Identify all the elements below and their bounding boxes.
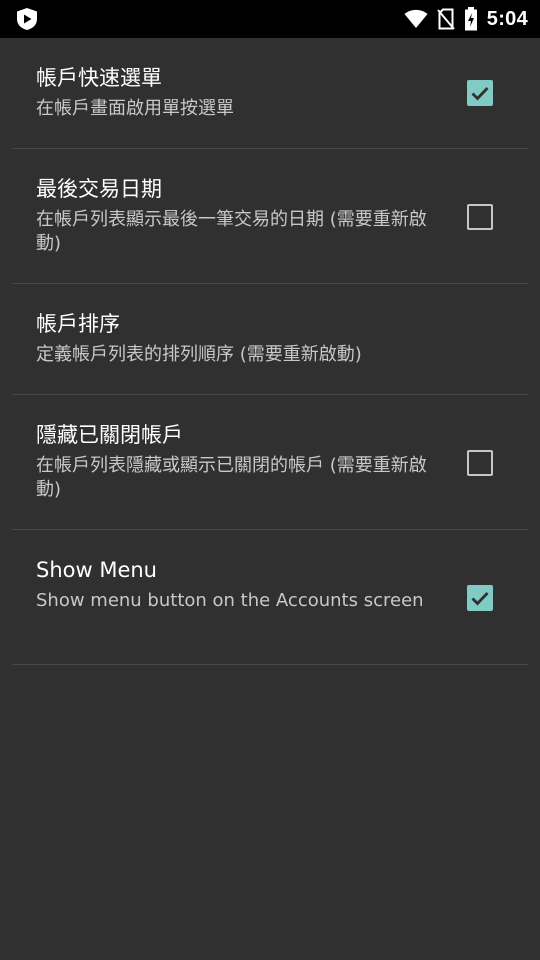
wifi-icon <box>404 9 428 28</box>
battery-charging-icon <box>464 7 477 31</box>
pref-text: 最後交易日期 在帳戶列表顯示最後一筆交易的日期 (需要重新啟動) <box>36 176 436 256</box>
settings-list: 帳戶快速選單 在帳戶畫面啟用單按選單 最後交易日期 在帳戶列表顯示最後一筆交易的… <box>0 38 540 665</box>
pref-text: 隱藏已關閉帳戶 在帳戶列表隱藏或顯示已關閉的帳戶 (需要重新啟動) <box>36 422 436 502</box>
show-menu-checkbox[interactable] <box>467 585 493 611</box>
pref-title: 最後交易日期 <box>36 177 162 201</box>
pref-summary: 在帳戶列表顯示最後一筆交易的日期 (需要重新啟動) <box>36 209 427 254</box>
pref-item-account-sort-order[interactable]: 帳戶排序 定義帳戶列表的排列順序 (需要重新啟動) <box>12 284 528 395</box>
pref-item-hide-closed-accounts[interactable]: 隱藏已關閉帳戶 在帳戶列表隱藏或顯示已關閉的帳戶 (需要重新啟動) <box>12 395 528 530</box>
pref-title: 帳戶快速選單 <box>36 66 162 90</box>
pref-summary: 在帳戶列表隱藏或顯示已關閉的帳戶 (需要重新啟動) <box>36 455 427 500</box>
pref-title: 隱藏已關閉帳戶 <box>36 423 183 447</box>
checkmark-icon <box>471 592 489 606</box>
pref-text: 帳戶快速選單 在帳戶畫面啟用單按選單 <box>36 65 436 121</box>
pref-summary: 定義帳戶列表的排列順序 (需要重新啟動) <box>36 344 362 365</box>
pref-summary: Show menu button on the Accounts screen <box>36 590 424 611</box>
no-sim-icon <box>437 8 455 30</box>
last-transaction-date-checkbox[interactable] <box>467 204 493 230</box>
checkmark-icon <box>471 87 489 101</box>
accounts-quick-menu-checkbox[interactable] <box>467 80 493 106</box>
status-bar: 5:04 <box>0 0 540 38</box>
pref-text: 帳戶排序 定義帳戶列表的排列順序 (需要重新啟動) <box>36 311 436 367</box>
pref-title: 帳戶排序 <box>36 312 120 336</box>
pref-text: Show Menu Show menu button on the Accoun… <box>36 557 436 613</box>
pref-title: Show Menu <box>36 558 157 582</box>
hide-closed-accounts-checkbox[interactable] <box>467 450 493 476</box>
pref-item-accounts-quick-menu[interactable]: 帳戶快速選單 在帳戶畫面啟用單按選單 <box>12 38 528 149</box>
pref-item-show-menu[interactable]: Show Menu Show menu button on the Accoun… <box>12 530 528 665</box>
pref-summary: 在帳戶畫面啟用單按選單 <box>36 98 234 119</box>
status-clock: 5:04 <box>486 7 528 30</box>
pref-item-last-transaction-date[interactable]: 最後交易日期 在帳戶列表顯示最後一筆交易的日期 (需要重新啟動) <box>12 149 528 284</box>
app-shield-icon <box>17 8 37 30</box>
